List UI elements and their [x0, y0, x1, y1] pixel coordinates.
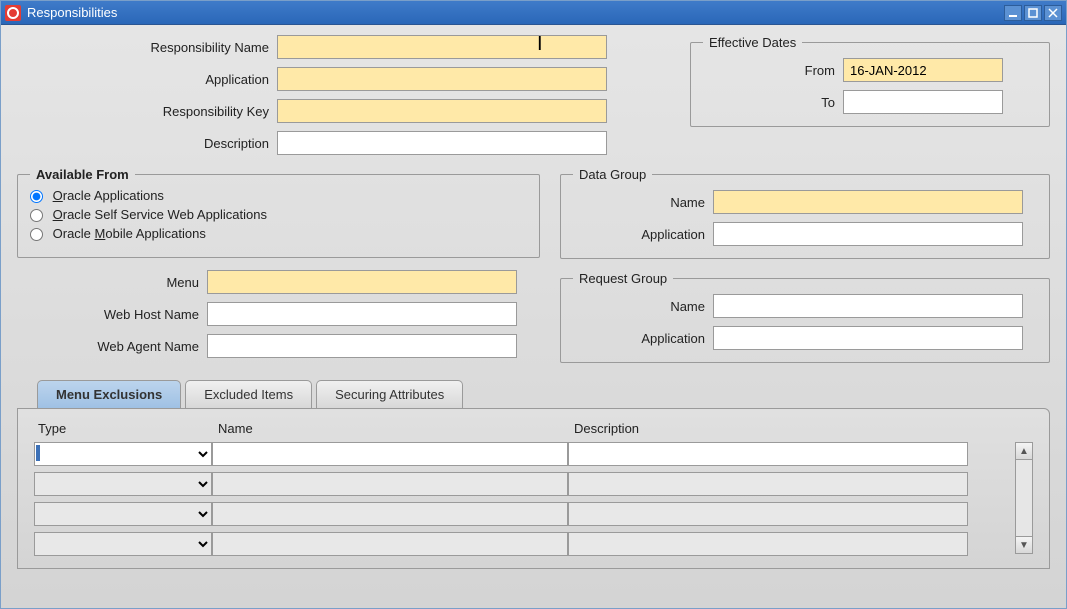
tab-securing-attributes[interactable]: Securing Attributes	[316, 380, 463, 408]
grid-type-select[interactable]	[34, 532, 212, 556]
scroll-down-icon[interactable]: ▼	[1015, 536, 1033, 554]
close-button[interactable]	[1044, 5, 1062, 21]
grid-name-input[interactable]	[212, 502, 568, 526]
grid-description-input[interactable]	[568, 472, 968, 496]
scroll-track[interactable]	[1015, 460, 1033, 536]
tab-excluded-items[interactable]: Excluded Items	[185, 380, 312, 408]
to-date-input[interactable]	[843, 90, 1003, 114]
oracle-logo-icon	[5, 5, 21, 21]
window-title: Responsibilities	[27, 5, 1004, 20]
rg-name-input[interactable]	[713, 294, 1023, 318]
oracle-applications-radio[interactable]	[30, 190, 43, 203]
effective-dates-group: Effective Dates From To	[690, 35, 1050, 127]
oracle-applications-radio-label[interactable]: Oracle Applications	[30, 188, 527, 203]
oracle-self-service-radio-label[interactable]: Oracle Self Service Web Applications	[30, 207, 527, 222]
web-agent-name-label: Web Agent Name	[17, 339, 207, 354]
titlebar: Responsibilities	[1, 1, 1066, 25]
available-from-legend: Available From	[30, 167, 135, 182]
responsibility-key-input[interactable]	[277, 99, 607, 123]
application-label: Application	[17, 72, 277, 87]
grid-description-input[interactable]	[568, 442, 968, 466]
rg-application-label: Application	[573, 331, 713, 346]
grid-description-input[interactable]	[568, 502, 968, 526]
responsibility-name-label: Responsibility Name	[17, 40, 277, 55]
grid-scrollbar[interactable]: ▲ ▼	[1015, 442, 1033, 554]
web-host-name-label: Web Host Name	[17, 307, 207, 322]
menu-input[interactable]	[207, 270, 517, 294]
rg-application-input[interactable]	[713, 326, 1023, 350]
data-group-legend: Data Group	[573, 167, 652, 182]
grid-row	[34, 472, 1009, 496]
data-group-fieldset: Data Group Name Application	[560, 167, 1050, 259]
row-cursor-icon	[36, 445, 40, 461]
dg-name-label: Name	[573, 195, 713, 210]
oracle-mobile-radio[interactable]	[30, 228, 43, 241]
grid-name-input[interactable]	[212, 442, 568, 466]
oracle-mobile-radio-label[interactable]: Oracle Mobile Applications	[30, 226, 527, 241]
available-from-group: Available From Oracle Applications Oracl…	[17, 167, 540, 258]
dg-name-input[interactable]	[713, 190, 1023, 214]
request-group-fieldset: Request Group Name Application	[560, 271, 1050, 363]
responsibilities-window: Responsibilities Responsibility Name I	[0, 0, 1067, 609]
description-label: Description	[17, 136, 277, 151]
rg-name-label: Name	[573, 299, 713, 314]
minimize-button[interactable]	[1004, 5, 1022, 21]
grid-name-header: Name	[214, 421, 570, 436]
grid-type-header: Type	[34, 421, 214, 436]
request-group-legend: Request Group	[573, 271, 673, 286]
web-agent-name-input[interactable]	[207, 334, 517, 358]
oracle-apps-key: O	[53, 188, 63, 203]
responsibility-key-label: Responsibility Key	[17, 104, 277, 119]
grid-type-select[interactable]	[34, 472, 212, 496]
grid-name-input[interactable]	[212, 532, 568, 556]
effective-dates-legend: Effective Dates	[703, 35, 802, 50]
grid-type-select[interactable]	[34, 442, 212, 466]
responsibility-name-input[interactable]	[277, 35, 607, 59]
description-input[interactable]	[277, 131, 607, 155]
menu-exclusions-panel: Type Name Description	[17, 408, 1050, 569]
grid-type-select[interactable]	[34, 502, 212, 526]
from-label: From	[703, 63, 843, 78]
tab-menu-exclusions[interactable]: Menu Exclusions	[37, 380, 181, 408]
maximize-button[interactable]	[1024, 5, 1042, 21]
grid-row	[34, 502, 1009, 526]
scroll-up-icon[interactable]: ▲	[1015, 442, 1033, 460]
to-label: To	[703, 95, 843, 110]
oracle-self-key: O	[53, 207, 63, 222]
web-host-name-input[interactable]	[207, 302, 517, 326]
oracle-mobile-key: M	[95, 226, 106, 241]
from-date-input[interactable]	[843, 58, 1003, 82]
grid-description-input[interactable]	[568, 532, 968, 556]
dg-application-input[interactable]	[713, 222, 1023, 246]
oracle-self-text: racle Self Service Web Applications	[63, 207, 267, 222]
grid-name-input[interactable]	[212, 472, 568, 496]
grid-description-header: Description	[570, 421, 970, 436]
grid-row	[34, 532, 1009, 556]
oracle-mobile-text: obile Applications	[105, 226, 205, 241]
menu-label: Menu	[17, 275, 207, 290]
grid-row	[34, 442, 1009, 466]
application-input[interactable]	[277, 67, 607, 91]
oracle-apps-text: racle Applications	[63, 188, 164, 203]
dg-application-label: Application	[573, 227, 713, 242]
oracle-self-service-radio[interactable]	[30, 209, 43, 222]
oracle-mobile-pre: Oracle	[53, 226, 95, 241]
